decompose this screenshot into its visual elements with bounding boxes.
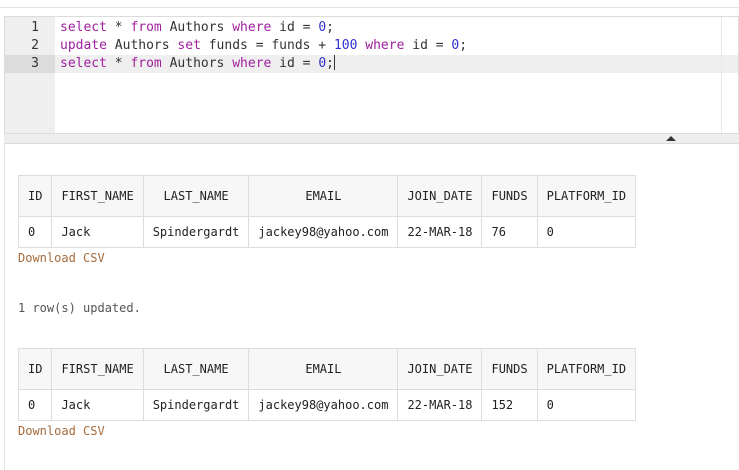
download-csv-link-2[interactable]: Download CSV [18,424,105,438]
cell-last-name: Spindergardt [142,216,250,248]
column-header-first-name: FIRST_NAME [51,348,144,390]
sql-keyword: from [130,56,162,71]
sql-keyword: set [177,38,201,53]
sql-keyword: where [232,56,272,71]
column-header-last-name: LAST_NAME [142,175,250,217]
cell-first-name: Jack [51,216,144,248]
sql-keyword: where [365,38,405,53]
sql-text: * [106,20,131,35]
sql-number: 0 [318,20,327,35]
sql-number: 0 [318,56,327,71]
sql-keyword: select [60,20,107,35]
cell-email: jackey98@yahoo.com [248,216,399,248]
column-header-id: ID [17,348,53,390]
sql-text: * [106,56,131,71]
column-header-first-name: FIRST_NAME [51,175,144,217]
pane-splitter[interactable] [4,133,739,144]
result-table-1: ID FIRST_NAME LAST_NAME EMAIL JOIN_DATE FUNDS… [17,175,637,248]
sql-number: 100 [333,38,358,53]
column-header-email: EMAIL [248,175,399,217]
sql-text: Authors [161,20,233,35]
cell-join-date: 22-MAR-18 [397,389,483,421]
column-header-join-date: JOIN_DATE [397,175,483,217]
cell-funds: 76 [481,216,538,248]
status-message: 1 row(s) updated. [18,301,141,315]
sql-text: ; [326,56,334,71]
cell-platform-id: 0 [536,389,637,421]
cell-id: 0 [17,216,53,248]
column-header-platform-id: PLATFORM_ID [536,175,637,217]
cell-platform-id: 0 [536,216,637,248]
results-left-border [4,144,5,470]
code-line[interactable]: select * from Authors where id = 0; [60,19,738,37]
line-number: 2 [31,38,39,53]
code-area[interactable]: select * from Authors where id = 0; updat… [55,17,738,133]
collapse-arrow-icon[interactable] [666,136,676,141]
line-number: 3 [31,56,39,71]
result-table-2: ID FIRST_NAME LAST_NAME EMAIL JOIN_DATE FUNDS… [17,348,637,421]
column-header-email: EMAIL [248,348,399,390]
print-margin [721,17,722,133]
table-row: 0 Jack Spindergardt jackey98@yahoo.com 22-MA… [17,216,637,248]
sql-text: id = [271,56,319,71]
sql-text: Authors [161,56,233,71]
column-header-join-date: JOIN_DATE [397,348,483,390]
sql-text: funds = funds + [200,38,334,53]
cell-id: 0 [17,389,53,421]
sql-text: Authors [106,38,178,53]
sql-keyword: from [130,20,162,35]
sql-keyword: where [232,20,272,35]
column-header-funds: FUNDS [481,348,538,390]
cell-funds: 152 [481,389,538,421]
table-header-row: ID FIRST_NAME LAST_NAME EMAIL JOIN_DATE FUNDS… [17,175,637,217]
sql-keyword: update [60,38,107,53]
table-row: 0 Jack Spindergardt jackey98@yahoo.com 22-MA… [17,389,637,421]
sql-editor[interactable]: 123 select * from Authors where id = 0; u… [4,16,739,134]
column-header-id: ID [17,175,53,217]
sql-keyword: select [60,56,107,71]
cell-first-name: Jack [51,389,144,421]
sql-text: id = [271,20,319,35]
line-number: 1 [31,20,39,35]
cell-email: jackey98@yahoo.com [248,389,399,421]
code-line[interactable]: select * from Authors where id = 0; [60,55,738,73]
top-border [0,7,739,8]
sql-text: ; [459,38,468,53]
table-header-row: ID FIRST_NAME LAST_NAME EMAIL JOIN_DATE FUNDS… [17,348,637,390]
text-cursor [333,55,335,70]
column-header-funds: FUNDS [481,175,538,217]
cell-join-date: 22-MAR-18 [397,216,483,248]
cell-last-name: Spindergardt [142,389,250,421]
download-csv-link-1[interactable]: Download CSV [18,251,105,265]
sql-text: ; [326,20,334,35]
code-line[interactable]: update Authors set funds = funds + 100 w… [60,37,738,55]
column-header-platform-id: PLATFORM_ID [536,348,637,390]
column-header-last-name: LAST_NAME [142,348,250,390]
sql-text: id = [404,38,452,53]
